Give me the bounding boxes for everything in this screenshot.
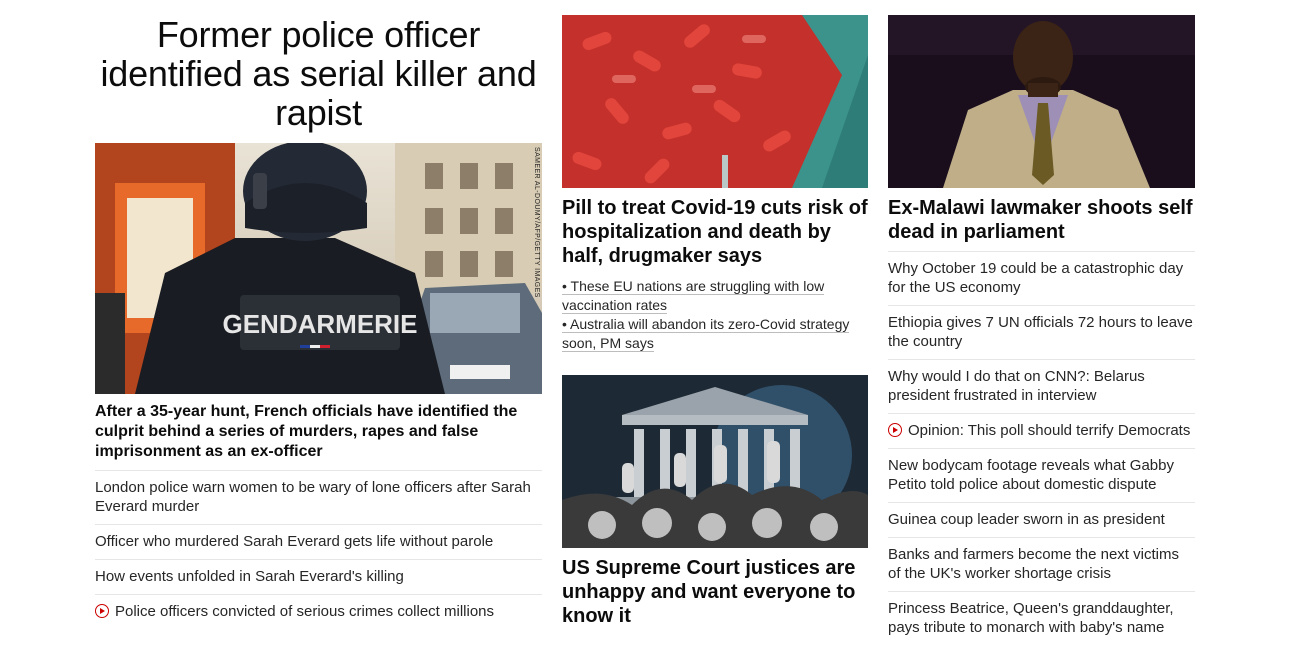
lead-story-headline[interactable]: After a 35-year hunt, French officials h… xyxy=(95,402,542,462)
photo-credit: SAMEER AL-DOUMY/AFP/GETTY IMAGES xyxy=(533,147,540,298)
list-item[interactable]: London police warn women to be wary of l… xyxy=(95,470,542,524)
middle-column: Pill to treat Covid-19 cuts risk of hosp… xyxy=(562,15,868,628)
list-item[interactable]: Police officers convicted of serious cri… xyxy=(95,594,542,629)
covid-related-links: • These EU nations are struggling with l… xyxy=(562,277,868,353)
list-item[interactable]: Officer who murdered Sarah Everard gets … xyxy=(95,524,542,559)
list-item[interactable]: How events unfolded in Sarah Everard's k… xyxy=(95,559,542,594)
gendarme-photo: GENDARMERIE xyxy=(95,143,542,394)
list-item[interactable]: Opinion: This poll should terrify Democr… xyxy=(888,413,1195,448)
list-item[interactable]: Banks and farmers become the next victim… xyxy=(888,537,1195,591)
list-item[interactable]: Why would I do that on CNN?: Belarus pre… xyxy=(888,359,1195,413)
malawi-lawmaker-headline[interactable]: Ex-Malawi lawmaker shoots self dead in p… xyxy=(888,196,1195,244)
lead-story-column: Former police officer identified as seri… xyxy=(95,15,542,629)
video-play-icon xyxy=(888,423,902,437)
red-pills-photo xyxy=(562,15,868,188)
right-column: Ex-Malawi lawmaker shoots self dead in p… xyxy=(888,15,1195,645)
list-item[interactable]: Ethiopia gives 7 UN officials 72 hours t… xyxy=(888,305,1195,359)
supreme-court-photo xyxy=(562,375,868,548)
top-stories-list: Why October 19 could be a catastrophic d… xyxy=(888,251,1195,645)
list-item[interactable]: New bodycam footage reveals what Gabby P… xyxy=(888,448,1195,502)
lawmaker-photo xyxy=(888,15,1195,188)
covid-pill-headline[interactable]: Pill to treat Covid-19 cuts risk of hosp… xyxy=(562,196,868,268)
lead-story-image[interactable]: GENDARMERIE SAMEER AL-DOUMY/AFP/GETTY IM… xyxy=(95,143,542,394)
list-item[interactable]: Why October 19 could be a catastrophic d… xyxy=(888,251,1195,305)
supreme-court-headline[interactable]: US Supreme Court justices are unhappy an… xyxy=(562,556,868,628)
lead-story-title[interactable]: Former police officer identified as seri… xyxy=(95,15,542,132)
covid-pill-image[interactable] xyxy=(562,15,868,188)
lead-related-links: London police warn women to be wary of l… xyxy=(95,470,542,629)
list-item[interactable]: • These EU nations are struggling with l… xyxy=(562,277,868,315)
list-item[interactable]: Princess Beatrice, Queen's granddaughter… xyxy=(888,591,1195,645)
list-item[interactable]: • Australia will abandon its zero-Covid … xyxy=(562,315,868,353)
malawi-lawmaker-image[interactable] xyxy=(888,15,1195,188)
svg-text:GENDARMERIE: GENDARMERIE xyxy=(222,309,417,339)
list-item[interactable]: Guinea coup leader sworn in as president xyxy=(888,502,1195,537)
video-play-icon xyxy=(95,604,109,618)
supreme-court-image[interactable] xyxy=(562,375,868,548)
